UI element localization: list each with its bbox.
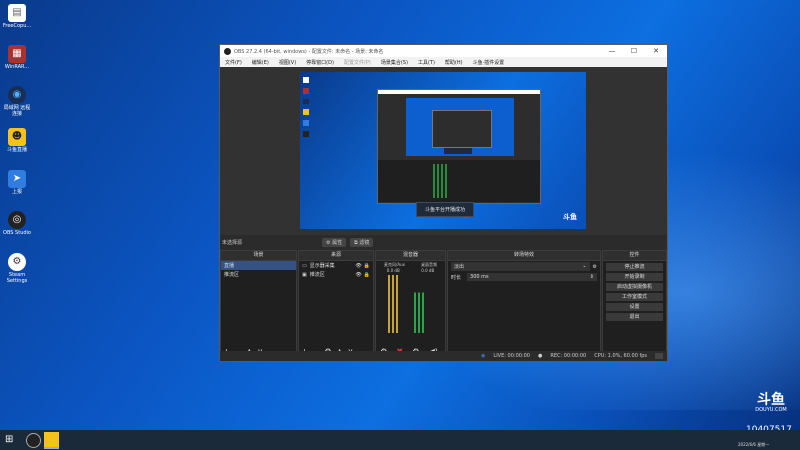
rec-icon: ● [538, 353, 543, 359]
scenes-dock: 场景 直播 推流区 + − ∧ ∨ [220, 250, 297, 358]
desktop-icon-send[interactable]: ➤ 上报 [2, 170, 32, 195]
preview-desktop-icons [303, 77, 309, 137]
preview-area[interactable]: 斗鱼平台开播成功 斗鱼 [220, 67, 667, 235]
controls-dock: 控件 停止推流 开始录制 启动虚拟摄像机 工作室模式 设置 退出 [602, 250, 667, 358]
mixer-header: 混音器 [376, 251, 445, 261]
stream-health-indicator [655, 353, 663, 359]
title-bar[interactable]: OBS 27.2.4 (64-bit, windows) - 配置文件: 未命名… [220, 45, 667, 57]
menu-tools[interactable]: 工具(T) [418, 59, 435, 66]
live-timer: LIVE: 00:00:00 [493, 353, 530, 359]
studio-mode-button[interactable]: 工作室模式 [606, 293, 663, 301]
winrar-icon: ▦ [8, 45, 26, 63]
scene-item[interactable]: 推流区 [221, 270, 296, 279]
eye-icon[interactable]: 👁 [355, 272, 361, 278]
teamviewer-icon: ◉ [8, 86, 26, 104]
menu-help[interactable]: 帮助(H) [445, 59, 463, 66]
settings-button[interactable]: 设置 [606, 303, 663, 311]
obs-logo-icon [224, 47, 231, 55]
windows-start-icon[interactable]: ⊞ [5, 434, 13, 445]
rec-timer: REC: 00:00:00 [550, 353, 587, 359]
douyu-taskbar-icon[interactable] [44, 432, 59, 449]
douyu-url: DOUYU.COM [755, 407, 787, 413]
menu-douyu-plugin[interactable]: 斗鱼·插件设置 [473, 59, 505, 66]
desktop-icon-steam[interactable]: ⚙ Steam Settings [2, 253, 32, 284]
sources-dock: 来源 ▭ 显示器采集 👁 🔒 ▣ 推流区 👁 🔒 + − ⚙ ∧ ∨ [298, 250, 374, 358]
virtual-camera-button[interactable]: 启动虚拟摄像机 [606, 283, 663, 291]
eye-icon[interactable]: 👁 [355, 263, 361, 269]
window-icon: ▣ [302, 271, 307, 278]
transitions-dock: 转场特效 淡出 ⌄ ⚙ 时长 300 ms ⇕ [447, 250, 601, 358]
close-button[interactable]: ✕ [645, 47, 667, 55]
chevron-down-icon: ⌄ [582, 263, 587, 269]
mic-meter[interactable] [388, 275, 398, 333]
desktop-icon-teamviewer[interactable]: ◉ 局域网 远程连接 [2, 86, 32, 117]
desktop-icon-winrar[interactable]: ▦ WinRAR... [2, 45, 32, 70]
menu-bar: 文件(F) 编辑(E) 视图(V) 停靠窗口(D) 配置文件(P) 场景集合(S… [220, 57, 667, 67]
stepper-icon: ⇕ [589, 274, 594, 280]
transitions-header: 转场特效 [448, 251, 600, 261]
status-bar: ◉ LIVE: 00:00:00 ● REC: 00:00:00 CPU: 1.… [220, 351, 667, 361]
preview-canvas: 斗鱼平台开播成功 斗鱼 [300, 72, 586, 229]
menu-edit[interactable]: 编辑(E) [252, 59, 269, 66]
desktop-icon-obs[interactable]: ◎ OBS Studio [2, 211, 32, 236]
menu-scene-collection[interactable]: 场景集合(S) [381, 59, 408, 66]
mic-db-value: 0.0 dB [386, 268, 400, 273]
preview-watermark-logo: 斗鱼 [563, 213, 577, 221]
desktop-meter[interactable] [414, 275, 424, 333]
sources-header: 来源 [299, 251, 373, 261]
menu-view[interactable]: 视图(V) [279, 59, 296, 66]
transition-select[interactable]: 淡出 ⌄ [451, 262, 590, 271]
maximize-button[interactable]: ☐ [623, 47, 645, 55]
obs-icon: ◎ [8, 211, 26, 229]
send-icon: ➤ [8, 170, 26, 188]
cpu-fps: CPU: 1.0%, 60.00 fps [594, 353, 647, 359]
clock-date: 2022/6/6 星期一 [738, 442, 770, 447]
steam-icon: ⚙ [8, 253, 26, 271]
controls-header: 控件 [603, 251, 666, 261]
duration-input[interactable]: 300 ms ⇕ [467, 273, 597, 281]
lock-icon[interactable]: 🔒 [364, 263, 370, 269]
minimize-button[interactable]: — [601, 47, 623, 55]
live-icon: ◉ [481, 353, 486, 359]
game-icon: ☻ [8, 128, 26, 146]
desktop-db-value: 0.0 dB [421, 268, 435, 273]
menu-docks[interactable]: 停靠窗口(D) [306, 59, 334, 66]
no-source-label: 未选择源 [222, 239, 243, 246]
stream-success-toast: 斗鱼平台开播成功 [416, 202, 474, 217]
desktop-icon-doc[interactable]: ▤ FreeCopu... [2, 4, 32, 29]
menu-file[interactable]: 文件(F) [225, 59, 242, 66]
filters-button[interactable]: ⧉ 滤镜 [350, 237, 374, 247]
gear-icon[interactable]: ⚙ [593, 264, 597, 270]
lock-icon[interactable]: 🔒 [364, 272, 370, 278]
taskbar: ⊞ 2022/6/6 星期一 [0, 430, 800, 450]
douyu-watermark: 斗鱼 DOUYU.COM 10407517 [746, 392, 792, 435]
douyu-logo: 斗鱼 [757, 392, 785, 408]
preview-nested-obs [377, 89, 541, 204]
source-toolbar: 未选择源 ⚙ 属性 ⧉ 滤镜 [220, 236, 667, 248]
monitor-icon: ▭ [302, 262, 307, 269]
start-recording-button[interactable]: 开始录制 [606, 273, 663, 281]
exit-button[interactable]: 退出 [606, 313, 663, 321]
desktop-icon-game[interactable]: ☻ 斗鱼直播 [2, 128, 32, 153]
duration-label: 时长 [451, 274, 462, 281]
obs-taskbar-icon[interactable] [26, 433, 41, 448]
doc-icon: ▤ [8, 4, 26, 22]
obs-window[interactable]: OBS 27.2.4 (64-bit, windows) - 配置文件: 未命名… [219, 44, 668, 362]
mixer-dock: 混音器 麦克风/Aux 桌面音频 0.0 dB 0.0 dB ⚙ ✖ ⚙ ◀) [375, 250, 446, 358]
source-item[interactable]: ▣ 推流区 👁 🔒 [299, 270, 373, 279]
window-title: OBS 27.2.4 (64-bit, windows) - 配置文件: 未命名… [234, 48, 384, 55]
scenes-header: 场景 [221, 251, 296, 261]
source-item[interactable]: ▭ 显示器采集 👁 🔒 [299, 261, 373, 270]
menu-profile[interactable]: 配置文件(P) [344, 59, 371, 66]
scene-item[interactable]: 直播 [221, 261, 296, 270]
properties-button[interactable]: ⚙ 属性 [322, 237, 347, 247]
stop-streaming-button[interactable]: 停止推流 [606, 263, 663, 271]
